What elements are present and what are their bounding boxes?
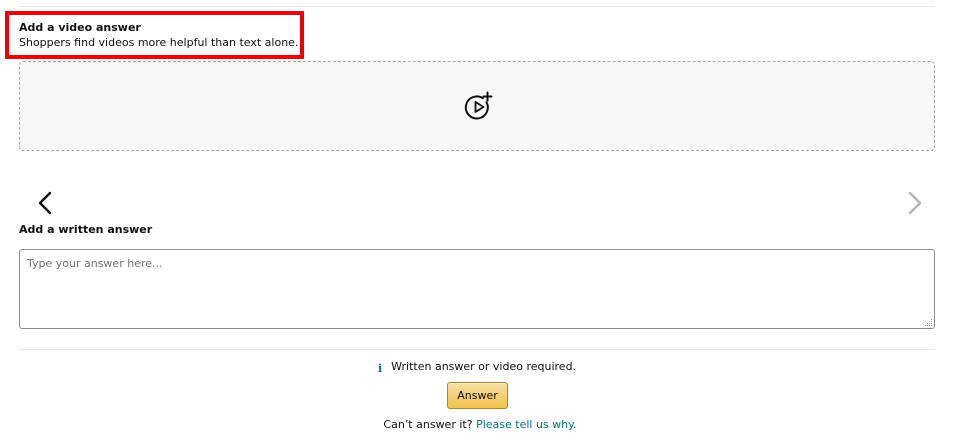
resize-grip-icon[interactable] xyxy=(924,318,933,327)
written-answer-input[interactable] xyxy=(19,249,935,329)
carousel-prev-button[interactable] xyxy=(34,190,56,216)
written-answer-title: Add a written answer xyxy=(19,223,153,236)
requirement-text: Written answer or video required. xyxy=(391,360,577,373)
chevron-right-icon xyxy=(908,191,922,215)
video-answer-title: Add a video answer xyxy=(19,21,141,34)
answer-button[interactable]: Answer xyxy=(447,382,508,409)
info-icon: i xyxy=(377,362,383,375)
video-upload-dropzone[interactable] xyxy=(19,61,935,151)
carousel-next-button[interactable] xyxy=(904,190,926,216)
video-answer-header: Add a video answer Shoppers find videos … xyxy=(5,11,304,59)
video-add-icon xyxy=(464,91,493,120)
answer-question-page: Add a video answer Shoppers find videos … xyxy=(0,0,960,441)
requirement-notice: i Written answer or video required. xyxy=(0,360,960,375)
bottom-divider xyxy=(19,349,935,350)
cant-answer-line: Can’t answer it? Please tell us why. xyxy=(0,418,960,432)
top-divider xyxy=(19,6,935,7)
tell-us-why-link[interactable]: Please tell us why. xyxy=(476,418,577,431)
chevron-left-icon xyxy=(38,191,52,215)
cant-answer-text: Can’t answer it? xyxy=(383,418,473,431)
video-answer-subtitle: Shoppers find videos more helpful than t… xyxy=(19,36,299,49)
